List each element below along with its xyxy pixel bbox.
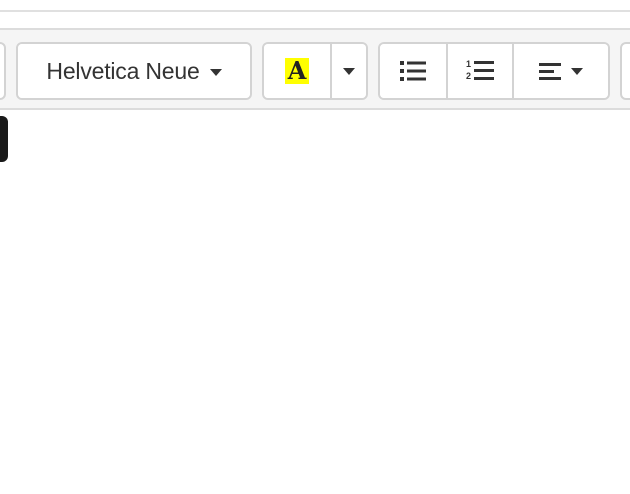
font-family-group: Helvetica Neue (16, 42, 252, 100)
highlight-color-button[interactable]: A (264, 44, 330, 98)
ordered-list-button[interactable]: 1 2 (446, 44, 512, 98)
paragraph-align-dropdown[interactable] (512, 44, 608, 98)
chevron-down-icon (343, 67, 355, 75)
paragraph-group: 1 2 (378, 42, 610, 100)
font-family-label: Helvetica Neue (46, 57, 200, 84)
editor-page: Helvetica Neue A 1 2 (0, 0, 630, 494)
unordered-list-icon (400, 61, 426, 81)
chevron-down-icon (571, 67, 583, 75)
align-left-icon (539, 63, 561, 80)
font-family-dropdown[interactable]: Helvetica Neue (18, 44, 250, 98)
toolbar-group-partial-left[interactable] (0, 42, 6, 100)
highlight-color-dropdown[interactable] (330, 44, 366, 98)
highlight-color-group: A (262, 42, 368, 100)
ordered-list-digit-1: 1 (466, 59, 471, 69)
chevron-down-icon (209, 68, 222, 76)
text-highlight-icon: A (285, 58, 309, 84)
ordered-list-digit-2: 2 (466, 71, 471, 81)
unordered-list-button[interactable] (380, 44, 446, 98)
toolbar-group-partial-right[interactable] (620, 42, 630, 100)
ordered-list-icon: 1 2 (466, 59, 494, 81)
editor-toolbar: Helvetica Neue A 1 2 (0, 28, 630, 110)
tooltip (0, 116, 8, 162)
top-divider (0, 10, 630, 12)
